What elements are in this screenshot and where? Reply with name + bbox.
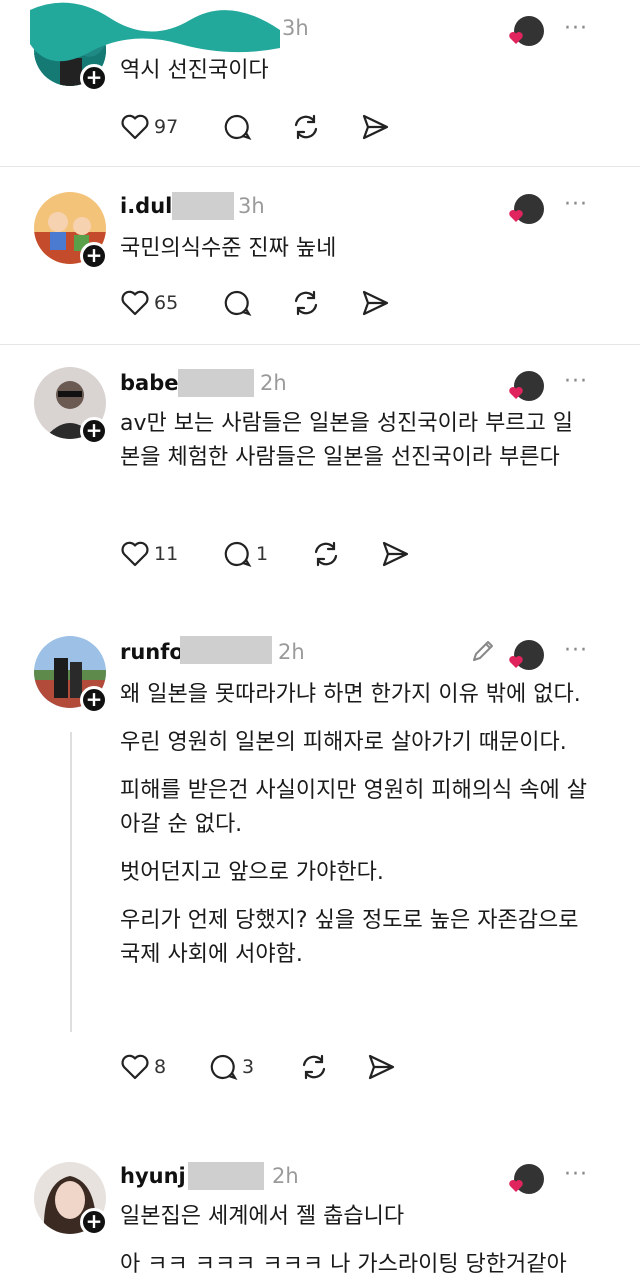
post-text: 피해를 받은건 사실이지만 영원히 피해의식 속에 살아갈 순 없다. [120,778,588,837]
post-text: 아 ㅋㅋ ㅋㅋㅋ ㅋㅋㅋ 나 가스라이팅 당한거같아 [120,1252,567,1277]
username-redaction [180,636,272,664]
heart-icon [121,1054,149,1080]
like-count: 8 [154,1056,167,1078]
comment-icon [224,290,252,316]
more-icon[interactable]: ··· [564,638,588,663]
repost-icon [314,541,338,567]
comment-icon [224,541,252,567]
heart-icon [121,290,149,316]
like-button[interactable]: 8 [120,1050,166,1084]
more-icon[interactable]: ··· [564,16,588,41]
post-time: 2h [260,371,287,395]
liked-heart-icon [509,1180,523,1192]
post-time: 2h [278,640,305,664]
follow-plus-button[interactable]: + [80,686,108,714]
repost-button[interactable] [290,110,322,144]
share-button[interactable] [360,286,390,320]
like-button[interactable]: 97 [120,110,178,144]
post-1: + 3h ··· 역시 선진국이다 97 [0,0,640,168]
post-body: 역시 선진국이다 [120,54,600,102]
send-icon [362,114,389,140]
heart-icon [121,541,149,567]
post-body: av만 보는 사람들은 일본을 성진국이라 부르고 일본을 체험한 사람들은 일… [120,407,590,489]
post-body: 왜 일본을 못따라가냐 하면 한가지 이유 밖에 없다. 우린 영원히 일본의 … [120,678,590,986]
username-redaction [172,192,234,220]
post-text: av만 보는 사람들은 일본을 성진국이라 부르고 일본을 체험한 사람들은 일… [120,411,574,470]
pencil-icon[interactable] [470,638,496,664]
post-body: 일본집은 세계에서 젤 춥습니다 아 ㅋㅋ ㅋㅋㅋ ㅋㅋㅋ 나 가스라이팅 당한… [120,1200,620,1280]
liked-heart-icon [509,32,523,44]
post-3: + babe 2h ··· av만 보는 사람들은 일본을 성진국이라 부르고 … [0,345,640,595]
reply-button[interactable] [222,110,252,144]
post-body: 국민의식수준 진짜 높네 [120,232,600,280]
username[interactable]: babe [120,371,178,395]
reply-button[interactable]: 3 [208,1050,254,1084]
follow-plus-button[interactable]: + [80,242,108,270]
post-text: 국민의식수준 진짜 높네 [120,236,337,261]
liked-heart-icon [509,210,523,222]
post-text: 벗어던지고 앞으로 가야한다. [120,860,384,885]
post-text: 우리가 언제 당했지? 싶을 정도로 높은 자존감으로 국제 사회에 서야함. [120,908,579,967]
post-5: + hyunj 2h ··· 일본집은 세계에서 젤 춥습니다 아 ㅋㅋ ㅋㅋㅋ… [0,1142,640,1280]
heart-icon [121,114,149,140]
post-time: 3h [282,16,309,40]
repost-icon [294,290,318,316]
follow-plus-button[interactable]: + [80,1208,108,1236]
post-text: 역시 선진국이다 [120,58,269,83]
repost-button[interactable] [310,537,342,571]
like-count: 11 [154,543,179,565]
reply-button[interactable]: 1 [222,537,268,571]
share-button[interactable] [366,1050,396,1084]
send-icon [382,541,409,567]
liked-heart-icon [509,387,523,399]
send-icon [362,290,389,316]
more-icon[interactable]: ··· [564,1162,588,1187]
follow-plus-button[interactable]: + [80,417,108,445]
more-icon[interactable]: ··· [564,369,588,394]
comment-icon [224,114,252,140]
post-text: 우린 영원히 일본의 피해자로 살아가기 때문이다. [120,730,567,755]
reply-count: 1 [256,543,269,565]
thread-line [70,732,72,1032]
reply-button[interactable] [222,286,252,320]
send-icon [368,1054,395,1080]
post-text: 왜 일본을 못따라가냐 하면 한가지 이유 밖에 없다. [120,682,581,707]
like-count: 65 [154,292,179,314]
username[interactable]: runfo [120,640,184,664]
post-time: 2h [272,1164,299,1188]
like-button[interactable]: 65 [120,286,178,320]
username[interactable]: hyunj [120,1164,186,1188]
username-redaction [188,1162,264,1190]
username-redaction [178,369,254,397]
repost-icon [294,114,318,140]
more-icon[interactable]: ··· [564,192,588,217]
comment-icon [210,1054,238,1080]
post-2: + i.dul 3h ··· 국민의식수준 진짜 높네 65 [0,168,640,344]
divider [0,166,640,167]
username[interactable]: i.dul [120,194,172,218]
post-time: 3h [238,194,265,218]
share-button[interactable] [380,537,410,571]
reply-count: 3 [242,1056,255,1078]
repost-icon [302,1054,326,1080]
post-4: + runfo 2h ··· 왜 일본을 못따라가냐 하면 한가지 이유 밖에 … [0,614,640,1114]
liked-heart-icon [509,656,523,668]
follow-plus-button[interactable]: + [80,64,108,92]
repost-button[interactable] [290,286,322,320]
repost-button[interactable] [298,1050,330,1084]
post-text: 일본집은 세계에서 젤 춥습니다 [120,1204,405,1229]
share-button[interactable] [360,110,390,144]
like-count: 97 [154,116,179,138]
like-button[interactable]: 11 [120,537,178,571]
